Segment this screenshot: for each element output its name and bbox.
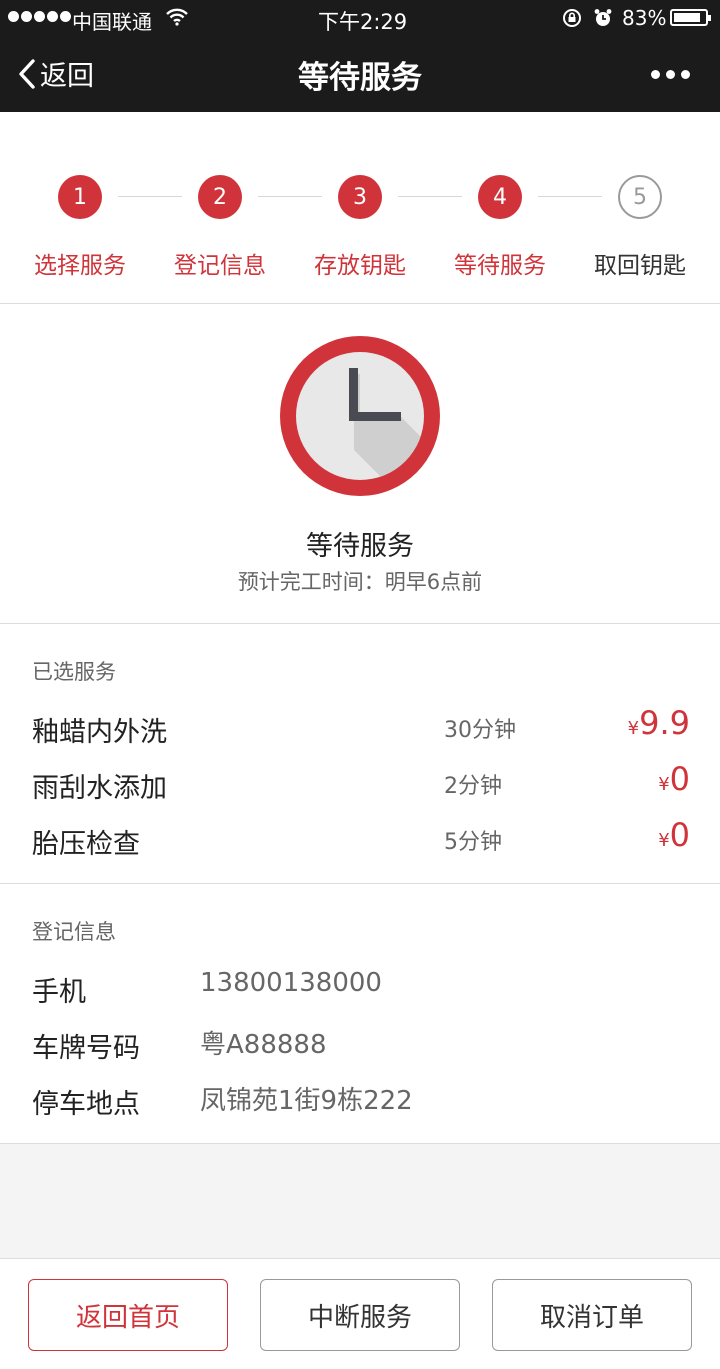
- step-1-label: 选择服务: [34, 253, 126, 279]
- page-title: 等待服务: [298, 60, 422, 96]
- step-2-circle: 2: [198, 175, 242, 219]
- bottom-action-bar: 返回首页 中断服务 取消订单: [0, 1258, 720, 1369]
- service-price: ¥9.9: [628, 704, 690, 742]
- currency-symbol: ¥: [627, 718, 640, 739]
- alarm-icon: [593, 8, 613, 33]
- service-duration: 2分钟: [444, 774, 502, 799]
- step-3-label: 存放钥匙: [314, 253, 406, 279]
- service-price: ¥0: [658, 760, 690, 798]
- step-5-circle: 5: [618, 175, 662, 219]
- nav-bar: 返回 等待服务: [0, 36, 720, 112]
- clock-icon: [280, 336, 440, 496]
- status-bar: 中国联通 下午2:29 83%: [0, 0, 720, 36]
- step-connector: [398, 196, 462, 197]
- phone-value: 13800138000: [200, 968, 382, 998]
- plate-value: 粤A88888: [200, 1030, 327, 1060]
- progress-steps: 1 2 3 4 5 选择服务 登记信息 存放钥匙 等待服务 取回钥匙: [0, 112, 720, 304]
- service-duration: 30分钟: [444, 718, 516, 743]
- price-value: 0: [669, 760, 690, 798]
- battery-icon: [670, 9, 711, 26]
- service-name: 胎压检查: [32, 829, 140, 860]
- back-to-home-button[interactable]: 返回首页: [28, 1279, 228, 1351]
- currency-symbol: ¥: [658, 774, 670, 795]
- carrier-name: 中国联通: [72, 10, 152, 34]
- parking-location-value: 凤锦苑1街9栋222: [200, 1086, 413, 1116]
- service-price: ¥0: [658, 816, 690, 854]
- service-name: 雨刮水添加: [32, 773, 167, 804]
- step-4-circle: 4: [478, 175, 522, 219]
- service-duration: 5分钟: [444, 830, 502, 855]
- step-3-circle: 3: [338, 175, 382, 219]
- wifi-icon: [166, 7, 188, 31]
- rotation-lock-icon: [562, 8, 582, 33]
- price-value: 0: [669, 816, 690, 854]
- step-4-label: 等待服务: [454, 253, 546, 279]
- plate-label: 车牌号码: [32, 1033, 140, 1064]
- estimated-finish-time: 预计完工时间：明早6点前: [237, 570, 483, 594]
- step-5-label: 取回钥匙: [594, 253, 686, 279]
- currency-symbol: ¥: [658, 830, 670, 851]
- step-connector: [538, 196, 602, 197]
- step-connector: [258, 196, 322, 197]
- step-1-circle: 1: [58, 175, 102, 219]
- top-bar: 中国联通 下午2:29 83% 返回 等待服务: [0, 0, 720, 112]
- battery-percent: 83%: [622, 6, 667, 30]
- services-heading: 已选服务: [32, 660, 116, 684]
- waiting-title: 等待服务: [306, 531, 414, 562]
- step-connector: [118, 196, 182, 197]
- more-options-icon[interactable]: [651, 70, 690, 79]
- interrupt-service-button[interactable]: 中断服务: [260, 1279, 460, 1351]
- signal-strength-icon: [8, 11, 71, 22]
- waiting-panel: 等待服务 预计完工时间：明早6点前: [0, 304, 720, 624]
- cancel-order-button[interactable]: 取消订单: [492, 1279, 692, 1351]
- selected-services: 已选服务 釉蜡内外洗 30分钟 ¥9.9 雨刮水添加 2分钟 ¥0 胎压检查 5…: [0, 624, 720, 884]
- parking-location-label: 停车地点: [32, 1089, 140, 1120]
- status-time: 下午2:29: [318, 10, 408, 34]
- registration-heading: 登记信息: [32, 920, 116, 944]
- step-2-label: 登记信息: [174, 253, 266, 279]
- service-name: 釉蜡内外洗: [32, 717, 167, 748]
- phone-label: 手机: [32, 977, 86, 1008]
- price-value: 9.9: [639, 704, 690, 742]
- registration-info: 登记信息 手机 13800138000 车牌号码 粤A88888 停车地点 凤锦…: [0, 884, 720, 1144]
